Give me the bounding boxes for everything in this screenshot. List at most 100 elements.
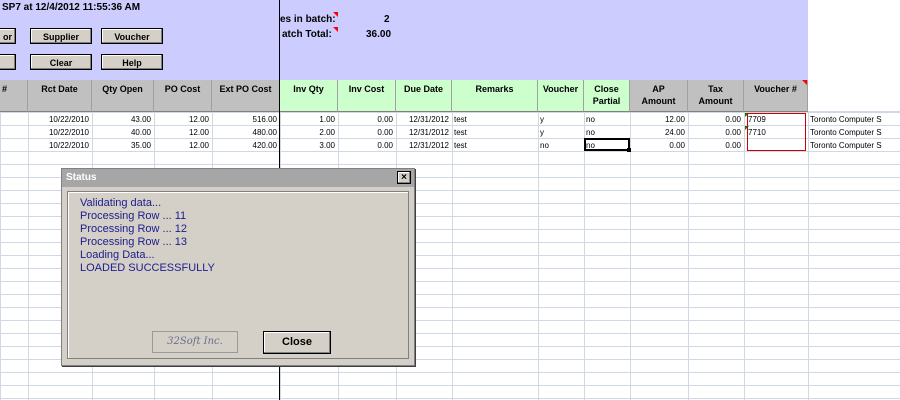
status-message: Processing Row ... 12 [80, 223, 187, 235]
cell-inv-cost[interactable]: 0.00 [338, 113, 396, 126]
col-header-ap-amount: AP Amount [630, 80, 688, 112]
clear-button[interactable]: Clear [30, 54, 92, 70]
grid-column-line [808, 112, 809, 400]
batch-title: SP7 at 12/4/2012 11:55:36 AM [2, 2, 141, 13]
cell-qty-open[interactable]: 40.00 [92, 126, 154, 139]
cell-inv-qty[interactable]: 2.00 [280, 126, 338, 139]
cell-due-date[interactable]: 12/31/2012 [396, 139, 452, 152]
close-partial-line2: Partial [592, 96, 621, 106]
fill-handle[interactable] [627, 148, 631, 152]
cell-vendor[interactable]: Toronto Computer S [808, 113, 900, 126]
col-header-inv-cost: Inv Cost [338, 80, 396, 112]
cell-rct-date[interactable]: 10/22/2010 [28, 126, 92, 139]
status-message: Processing Row ... 11 [80, 210, 187, 222]
cell-ext-po-cost[interactable]: 420.00 [212, 139, 280, 152]
cell-rct-date[interactable]: 10/22/2010 [28, 139, 92, 152]
ap-amount-line1: AP [652, 84, 665, 94]
cell-inv-cost[interactable]: 0.00 [338, 139, 396, 152]
active-cell-selection[interactable] [584, 138, 630, 151]
cell-voucher[interactable]: y [538, 126, 584, 139]
cell-inv-qty[interactable]: 3.00 [280, 139, 338, 152]
grid-row-line [0, 398, 900, 399]
close-icon[interactable]: × [397, 171, 411, 184]
col-header-po-cost: PO Cost [154, 80, 212, 112]
col-header-due-date: Due Date [396, 80, 452, 112]
grid-column-line [538, 112, 539, 400]
voucher-no-validation-box [747, 113, 806, 151]
col-header-rct-date: Rct Date [28, 80, 92, 112]
lines-in-batch-label: es in batch: [280, 14, 336, 25]
col-header-inv-qty: Inv Qty [280, 80, 338, 112]
grid-row-line [0, 385, 900, 386]
brand-logo: 32Soft Inc. [152, 331, 238, 353]
cell-ap-amount[interactable]: 12.00 [630, 113, 688, 126]
cell-ap-amount[interactable]: 24.00 [630, 126, 688, 139]
cell-remarks[interactable]: test [452, 113, 538, 126]
cell-tax-amount[interactable]: 0.00 [688, 113, 744, 126]
cell-qty-open[interactable]: 43.00 [92, 113, 154, 126]
cell-close-partial[interactable]: no [584, 113, 630, 126]
grid-column-line [28, 112, 29, 400]
left-partial-button[interactable] [0, 54, 16, 70]
grid-column-line [0, 112, 1, 400]
col-header-voucher: Voucher [538, 80, 584, 112]
ap-amount-line2: Amount [641, 96, 676, 106]
supplier-button[interactable]: Supplier [30, 28, 92, 44]
tax-amount-line2: Amount [698, 96, 733, 106]
cell-voucher[interactable]: no [538, 139, 584, 152]
cell-due-date[interactable]: 12/31/2012 [396, 113, 452, 126]
status-dialog[interactable]: Status × Validating data... Processing R… [61, 168, 415, 366]
cell-po-cost[interactable]: 12.00 [154, 139, 212, 152]
status-message: Loading Data... [80, 249, 155, 261]
grid-row-line [0, 372, 900, 373]
cell-vendor[interactable]: Toronto Computer S [808, 126, 900, 139]
comment-indicator-icon [802, 80, 807, 85]
cell-inv-qty[interactable]: 1.00 [280, 113, 338, 126]
cell-po-cost[interactable]: 12.00 [154, 113, 212, 126]
lines-in-batch-value: 2 [384, 14, 390, 25]
col-header-tax-amount: Tax Amount [688, 80, 744, 112]
cell-qty-open[interactable]: 35.00 [92, 139, 154, 152]
cell-vendor[interactable]: Toronto Computer S [808, 139, 900, 152]
dialog-title: Status [66, 172, 97, 183]
cell-rct-date[interactable]: 10/22/2010 [28, 113, 92, 126]
grid-column-line [630, 112, 631, 400]
close-button[interactable]: Close [263, 331, 331, 354]
grid-column-line [744, 112, 745, 400]
cell-ap-amount[interactable]: 0.00 [630, 139, 688, 152]
col-header-qty-open: Qty Open [92, 80, 154, 112]
cell-inv-cost[interactable]: 0.00 [338, 126, 396, 139]
batch-total-label: atch Total: [282, 29, 332, 40]
cell-tax-amount[interactable]: 0.00 [688, 126, 744, 139]
help-button[interactable]: Help [101, 54, 163, 70]
status-message: LOADED SUCCESSFULLY [80, 262, 215, 274]
batch-total-value: 36.00 [366, 29, 392, 40]
cell-due-date[interactable]: 12/31/2012 [396, 126, 452, 139]
voucher-button[interactable]: Voucher [101, 28, 163, 44]
grid-column-line [584, 112, 585, 400]
cell-ext-po-cost[interactable]: 516.00 [212, 113, 280, 126]
comment-indicator-icon [333, 27, 338, 32]
col-header-hash: # [0, 80, 28, 112]
cell-voucher[interactable]: y [538, 113, 584, 126]
col-header-ext-po-cost: Ext PO Cost [212, 80, 280, 112]
cell-ext-po-cost[interactable]: 480.00 [212, 126, 280, 139]
grid-column-line [452, 112, 453, 400]
grid-column-line [688, 112, 689, 400]
col-header-remarks: Remarks [452, 80, 538, 112]
cell-remarks[interactable]: test [452, 126, 538, 139]
grid-row-line [0, 164, 900, 165]
col-header-close-partial: Close Partial [584, 80, 630, 112]
status-message: Processing Row ... 13 [80, 236, 187, 248]
dialog-title-bar[interactable]: Status × [62, 169, 414, 187]
cell-remarks[interactable]: test [452, 139, 538, 152]
dialog-content-frame: Validating data... Processing Row ... 11… [67, 191, 409, 359]
status-message: Validating data... [80, 197, 162, 209]
cell-po-cost[interactable]: 12.00 [154, 126, 212, 139]
vendor-button[interactable]: or [0, 28, 16, 44]
header-right-cell[interactable] [808, 0, 900, 80]
cell-tax-amount[interactable]: 0.00 [688, 139, 744, 152]
blank-header-cell[interactable] [808, 80, 900, 112]
close-partial-line1: Close [594, 84, 619, 94]
tax-amount-line1: Tax [708, 84, 723, 94]
